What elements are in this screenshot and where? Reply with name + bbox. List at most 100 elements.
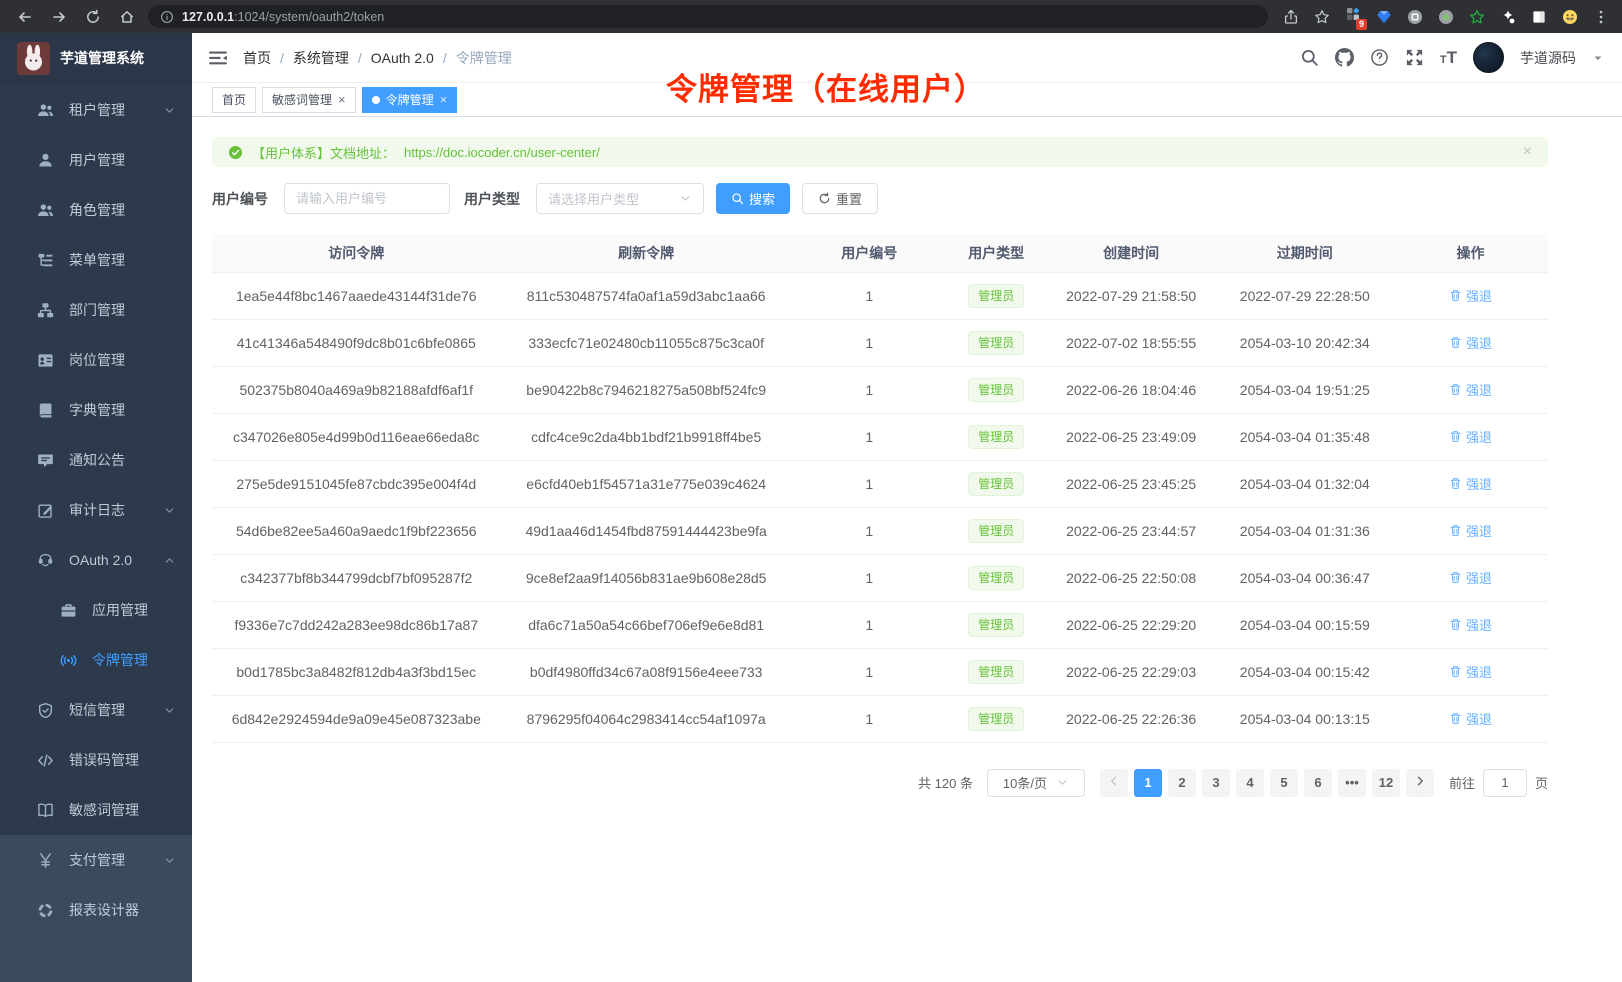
fullscreen-icon[interactable] bbox=[1405, 48, 1424, 67]
breadcrumb-link[interactable]: 系统管理 bbox=[293, 48, 349, 68]
sidebar-menu-item[interactable]: 报表设计器 bbox=[0, 885, 192, 935]
page-number-button[interactable]: 6 bbox=[1304, 769, 1332, 797]
sidebar-menu-item[interactable]: 敏感词管理 bbox=[0, 785, 192, 835]
browser-chrome: 127.0.0.1:1024/system/oauth2/token 9 bbox=[0, 0, 1622, 33]
next-page-button[interactable] bbox=[1406, 769, 1434, 797]
user-id-cell: 1 bbox=[792, 695, 947, 742]
green-star-extension-icon[interactable] bbox=[1468, 8, 1486, 26]
sidebar-menu-item[interactable]: 通知公告 bbox=[0, 435, 192, 485]
close-icon[interactable]: × bbox=[440, 93, 448, 106]
column-header: 用户类型 bbox=[947, 234, 1046, 272]
chevron-left-icon bbox=[1108, 775, 1120, 790]
page-number-button[interactable]: ••• bbox=[1338, 769, 1366, 797]
force-logout-label: 强退 bbox=[1466, 427, 1492, 446]
action-cell: 强退 bbox=[1393, 366, 1548, 413]
sidebar-menu-item[interactable]: 支付管理 bbox=[0, 835, 192, 885]
recorder-extension-icon[interactable] bbox=[1437, 8, 1455, 26]
doc-link[interactable]: https://doc.iocoder.cn/user-center/ bbox=[404, 145, 600, 160]
breadcrumb-link[interactable]: 首页 bbox=[243, 48, 271, 68]
page-number-button[interactable]: 2 bbox=[1168, 769, 1196, 797]
force-logout-button[interactable]: 强退 bbox=[1449, 333, 1492, 352]
page-size-select[interactable]: 10条/页 bbox=[987, 769, 1085, 797]
pie-icon bbox=[37, 902, 54, 919]
breadcrumb-separator: / bbox=[358, 50, 362, 66]
breadcrumb-link[interactable]: 令牌管理 bbox=[456, 48, 512, 68]
profile-emoji-icon[interactable] bbox=[1561, 8, 1579, 26]
gray-extension-icon[interactable] bbox=[1406, 8, 1424, 26]
sidebar-menu-item[interactable]: 租户管理 bbox=[0, 85, 192, 135]
username[interactable]: 芋道源码 bbox=[1520, 48, 1576, 68]
sidebar-menu-item[interactable]: 字典管理 bbox=[0, 385, 192, 435]
address-bar[interactable]: 127.0.0.1:1024/system/oauth2/token bbox=[148, 5, 1268, 28]
page-number-button[interactable]: 4 bbox=[1236, 769, 1264, 797]
sidebar-menu-item[interactable]: 应用管理 bbox=[0, 585, 192, 635]
gem-extension-icon[interactable] bbox=[1375, 8, 1393, 26]
force-logout-button[interactable]: 强退 bbox=[1449, 286, 1492, 305]
browser-back-icon[interactable] bbox=[12, 4, 38, 30]
page-number-button[interactable]: 1 bbox=[1134, 769, 1162, 797]
tag-view-tab[interactable]: 令牌管理 × bbox=[362, 87, 458, 113]
close-icon[interactable]: × bbox=[1523, 144, 1532, 160]
prev-page-button[interactable] bbox=[1100, 769, 1128, 797]
force-logout-button[interactable]: 强退 bbox=[1449, 568, 1492, 587]
tag-view-tab[interactable]: 敏感词管理 × bbox=[262, 87, 356, 113]
breadcrumb-separator: / bbox=[280, 50, 284, 66]
user-type-cell: 管理员 bbox=[947, 460, 1046, 507]
url-host: 127.0.0.1 bbox=[182, 10, 234, 24]
force-logout-button[interactable]: 强退 bbox=[1449, 662, 1492, 681]
sidebar-menu-item[interactable]: 岗位管理 bbox=[0, 335, 192, 385]
extension-grid-icon[interactable]: 9 bbox=[1344, 8, 1362, 26]
action-cell: 强退 bbox=[1393, 695, 1548, 742]
user-id-input[interactable] bbox=[284, 183, 450, 214]
breadcrumb-link[interactable]: OAuth 2.0 bbox=[371, 50, 434, 66]
chevron-down-icon bbox=[679, 192, 692, 205]
close-icon[interactable]: × bbox=[338, 93, 346, 106]
force-logout-button[interactable]: 强退 bbox=[1449, 427, 1492, 446]
tag-view-tab[interactable]: 首页 bbox=[212, 87, 256, 113]
avatar[interactable] bbox=[1473, 42, 1504, 73]
reset-button[interactable]: 重置 bbox=[802, 183, 878, 214]
chevron-down-icon[interactable] bbox=[1592, 52, 1604, 64]
force-logout-button[interactable]: 强退 bbox=[1449, 521, 1492, 540]
user-type-select[interactable]: 请选择用户类型 bbox=[536, 183, 704, 214]
sidebar-item-label: 短信管理 bbox=[69, 700, 125, 720]
menu-collapse-icon[interactable] bbox=[208, 48, 228, 68]
force-logout-button[interactable]: 强退 bbox=[1449, 380, 1492, 399]
font-size-icon[interactable]: TT bbox=[1440, 48, 1457, 68]
browser-forward-icon[interactable] bbox=[46, 4, 72, 30]
chevron-down-icon bbox=[163, 704, 176, 717]
github-icon[interactable] bbox=[1335, 48, 1354, 67]
sidebar-menu-item[interactable]: 错误码管理 bbox=[0, 735, 192, 785]
page-number-button[interactable]: 5 bbox=[1270, 769, 1298, 797]
browser-reload-icon[interactable] bbox=[80, 4, 106, 30]
sidebar-menu-item[interactable]: OAuth 2.0 bbox=[0, 535, 192, 585]
search-button[interactable]: 搜索 bbox=[716, 183, 790, 214]
site-info-icon[interactable] bbox=[160, 10, 174, 24]
white-star-extension-icon[interactable] bbox=[1499, 8, 1517, 26]
created-time-cell: 2022-06-25 22:29:03 bbox=[1046, 648, 1217, 695]
help-icon[interactable] bbox=[1370, 48, 1389, 67]
sidebar-item-label: 角色管理 bbox=[69, 200, 125, 220]
share-icon[interactable] bbox=[1282, 8, 1300, 26]
force-logout-button[interactable]: 强退 bbox=[1449, 709, 1492, 728]
sidebar-menu-item[interactable]: 部门管理 bbox=[0, 285, 192, 335]
sidebar-menu-item[interactable]: 菜单管理 bbox=[0, 235, 192, 285]
page-number-button[interactable]: 3 bbox=[1202, 769, 1230, 797]
sidebar-menu-item[interactable]: 角色管理 bbox=[0, 185, 192, 235]
sidebar-menu-item[interactable]: 令牌管理 bbox=[0, 635, 192, 685]
force-logout-label: 强退 bbox=[1466, 568, 1492, 587]
users-icon bbox=[37, 102, 54, 119]
search-icon[interactable] bbox=[1300, 48, 1319, 67]
goto-page-input[interactable] bbox=[1483, 769, 1527, 797]
browser-menu-icon[interactable] bbox=[1592, 8, 1610, 26]
sidebar-menu-item[interactable]: 短信管理 bbox=[0, 685, 192, 735]
sidebar-menu-item[interactable]: 审计日志 bbox=[0, 485, 192, 535]
force-logout-button[interactable]: 强退 bbox=[1449, 615, 1492, 634]
sidebar-extension-icon[interactable] bbox=[1530, 8, 1548, 26]
sidebar-menu-item[interactable]: 用户管理 bbox=[0, 135, 192, 185]
browser-home-icon[interactable] bbox=[114, 4, 140, 30]
bookmark-star-icon[interactable] bbox=[1313, 8, 1331, 26]
force-logout-button[interactable]: 强退 bbox=[1449, 474, 1492, 493]
app-title: 芋道管理系统 bbox=[60, 48, 144, 68]
page-number-button[interactable]: 12 bbox=[1372, 769, 1400, 797]
